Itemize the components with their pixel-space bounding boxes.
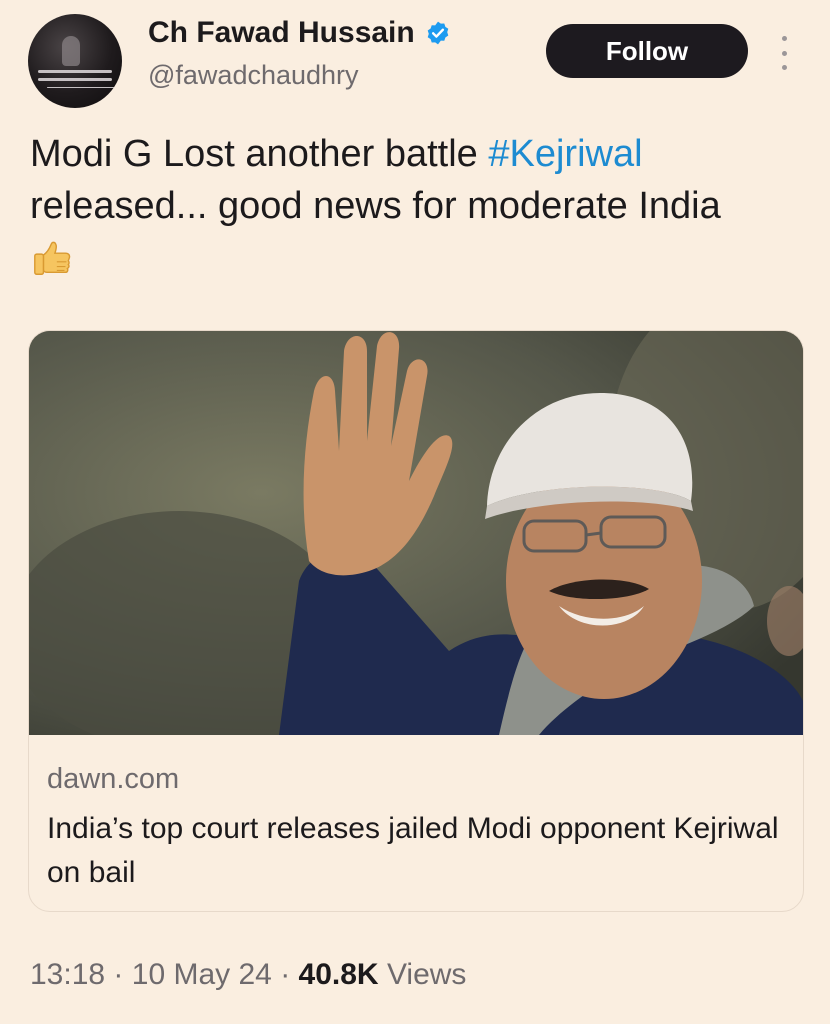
news-photo[interactable] [29, 331, 803, 735]
more-dot [781, 50, 787, 56]
link-domain: dawn.com [47, 763, 180, 795]
author-display-name[interactable]: Ch Fawad Hussain [148, 16, 415, 50]
tweet-time[interactable]: 13:18 [30, 958, 105, 991]
meta-separator: · [280, 958, 291, 991]
views-count[interactable]: 40.8K [299, 958, 379, 991]
tweet-text: Modi G Lost another battle #Kejriwal rel… [30, 128, 810, 280]
tweet-meta: 13:18 · 10 May 24 · 40.8K Views [30, 958, 466, 992]
tweet-text-part: released... good news for moderate India [30, 185, 721, 227]
verified-badge-icon [427, 21, 449, 45]
avatar[interactable] [28, 14, 122, 108]
author-handle[interactable]: @fawadchaudhry [148, 60, 359, 91]
more-dot [781, 36, 787, 41]
hashtag-link[interactable]: #Kejriwal [488, 133, 642, 175]
tweet-text-part: Modi G Lost another battle [30, 133, 489, 175]
views-label: Views [386, 958, 467, 991]
meta-separator: · [113, 958, 124, 991]
avatar-figure [62, 36, 80, 66]
avatar-script-decoration [38, 70, 112, 73]
news-photo-illustration [29, 331, 803, 735]
more-dot [781, 65, 787, 70]
link-preview-card[interactable]: dawn.com India’s top court releases jail… [28, 330, 804, 912]
follow-button[interactable]: Follow [546, 24, 748, 78]
more-vertical-icon[interactable] [778, 36, 790, 70]
thumbs-up-icon [34, 241, 71, 275]
link-headline[interactable]: India’s top court releases jailed Modi o… [47, 807, 787, 895]
author-name-row: Ch Fawad Hussain [148, 16, 451, 50]
tweet-date[interactable]: 10 May 24 [132, 958, 272, 991]
